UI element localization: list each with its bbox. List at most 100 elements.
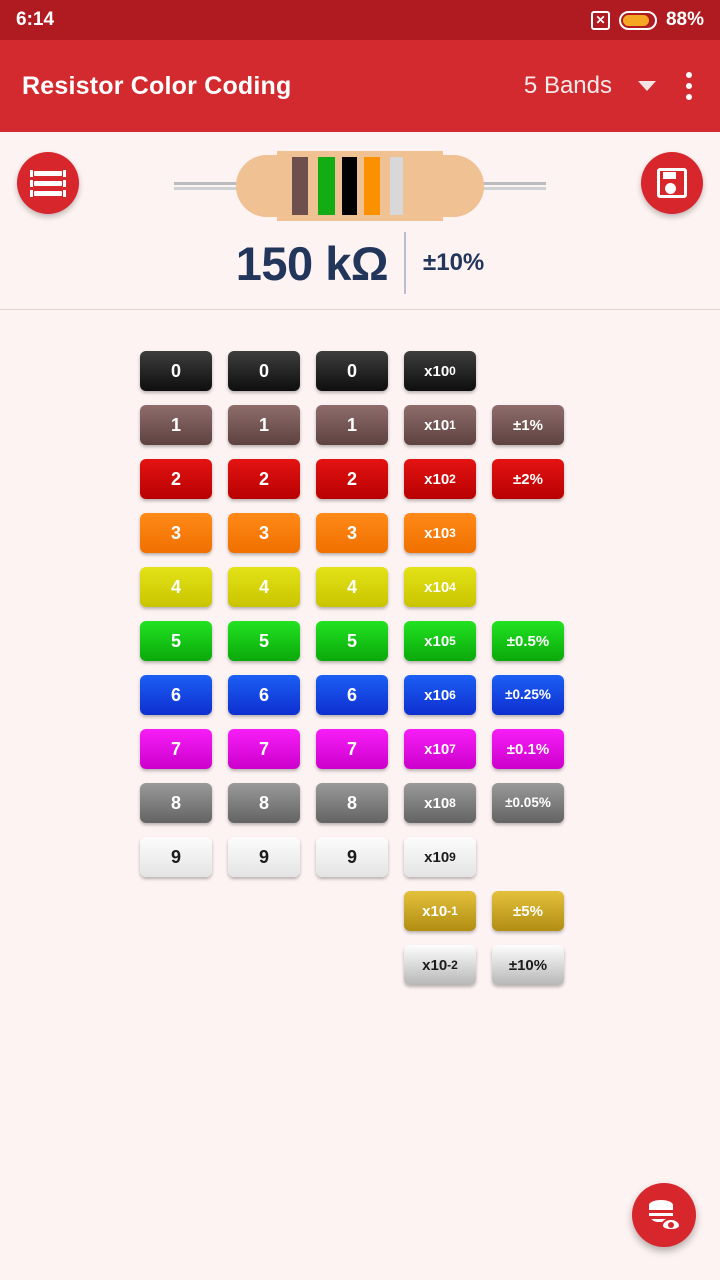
tolerance-button-red[interactable]: ±2%: [492, 459, 564, 499]
grid-cell: 7: [316, 729, 388, 769]
multiplier-button-black[interactable]: x10 0: [404, 351, 476, 391]
grid-cell: 2: [316, 459, 388, 499]
digit1-button-brown[interactable]: 1: [140, 405, 212, 445]
grid-cell: 7: [140, 729, 212, 769]
digit3-button-blue[interactable]: 6: [316, 675, 388, 715]
grid-cell: x10 4: [404, 567, 476, 607]
digit3-button-violet[interactable]: 7: [316, 729, 388, 769]
multiplier-base: x10: [424, 362, 450, 380]
grid-cell: x10 0: [404, 351, 476, 391]
multiplier-base: x10: [422, 956, 448, 974]
digit2-button-blue[interactable]: 6: [228, 675, 300, 715]
overflow-dot: [686, 83, 692, 89]
grid-cell: x10 8: [404, 783, 476, 823]
app-bar: Resistor Color Coding 5 Bands: [0, 40, 720, 132]
digit3-button-green[interactable]: 5: [316, 621, 388, 661]
grid-cell: x10 7: [404, 729, 476, 769]
eye-pupil: [668, 1221, 674, 1228]
saved-resistors-button[interactable]: [632, 1183, 696, 1247]
multiplier-button-orange[interactable]: x10 3: [404, 513, 476, 553]
grid-cell: 0: [316, 351, 388, 391]
band-count-selector[interactable]: 5 Bands: [524, 72, 656, 100]
multiplier-button-green[interactable]: x10 5: [404, 621, 476, 661]
color-row-violet: 7 7 7 x10 7 ±0.1%: [140, 729, 580, 769]
digit3-button-red[interactable]: 2: [316, 459, 388, 499]
digit1-button-blue[interactable]: 6: [140, 675, 212, 715]
multiplier-button-gray[interactable]: x10 8: [404, 783, 476, 823]
grid-cell: 0: [228, 351, 300, 391]
color-row-green: 5 5 5 x10 5 ±0.5%: [140, 621, 580, 661]
tolerance-button-gray[interactable]: ±0.05%: [492, 783, 564, 823]
bands-icon-bar: [30, 169, 66, 177]
digit2-button-violet[interactable]: 7: [228, 729, 300, 769]
digit1-button-orange[interactable]: 3: [140, 513, 212, 553]
digit3-button-white[interactable]: 9: [316, 837, 388, 877]
digit1-button-green[interactable]: 5: [140, 621, 212, 661]
eye-icon: [661, 1218, 681, 1231]
db-icon-gap: [649, 1210, 673, 1213]
multiplier-button-gold[interactable]: x10 -1: [404, 891, 476, 931]
multiplier-base: x10: [424, 632, 450, 650]
digit2-button-white[interactable]: 9: [228, 837, 300, 877]
color-row-white: 9 9 9 x10 9: [140, 837, 580, 877]
grid-cell: 3: [140, 513, 212, 553]
multiplier-button-white[interactable]: x10 9: [404, 837, 476, 877]
digit1-button-black[interactable]: 0: [140, 351, 212, 391]
digit2-button-red[interactable]: 2: [228, 459, 300, 499]
overflow-dot: [686, 72, 692, 78]
save-button[interactable]: [641, 152, 703, 214]
grid-cell: 1: [140, 405, 212, 445]
multiplier-button-yellow[interactable]: x10 4: [404, 567, 476, 607]
grid-cell: 2: [228, 459, 300, 499]
digit1-button-red[interactable]: 2: [140, 459, 212, 499]
more-vertical-icon[interactable]: [680, 66, 698, 106]
digit3-button-black[interactable]: 0: [316, 351, 388, 391]
multiplier-button-violet[interactable]: x10 7: [404, 729, 476, 769]
multiplier-base: x10: [424, 686, 450, 704]
digit2-button-yellow[interactable]: 4: [228, 567, 300, 607]
bands-button[interactable]: [17, 152, 79, 214]
grid-cell: [228, 945, 300, 985]
multiplier-button-red[interactable]: x10 2: [404, 459, 476, 499]
digit1-button-gray[interactable]: 8: [140, 783, 212, 823]
color-row-yellow: 4 4 4 x10 4: [140, 567, 580, 607]
multiplier-base: x10: [424, 524, 450, 542]
tolerance-button-gold[interactable]: ±5%: [492, 891, 564, 931]
digit2-button-black[interactable]: 0: [228, 351, 300, 391]
overflow-dot: [686, 94, 692, 100]
grid-cell: ±2%: [492, 459, 564, 499]
tolerance-button-blue[interactable]: ±0.25%: [492, 675, 564, 715]
grid-cell: 5: [316, 621, 388, 661]
tolerance-button-brown[interactable]: ±1%: [492, 405, 564, 445]
grid-cell: [140, 945, 212, 985]
multiplier-button-blue[interactable]: x10 6: [404, 675, 476, 715]
digit3-button-brown[interactable]: 1: [316, 405, 388, 445]
status-bar-indicators: ✕ 88%: [590, 9, 704, 31]
grid-cell: 8: [228, 783, 300, 823]
digit1-button-yellow[interactable]: 4: [140, 567, 212, 607]
resistor-svg: [174, 151, 546, 221]
bands-icon-bar: [30, 189, 66, 197]
multiplier-base: x10: [424, 416, 450, 434]
tolerance-button-green[interactable]: ±0.5%: [492, 621, 564, 661]
digit1-button-violet[interactable]: 7: [140, 729, 212, 769]
color-row-brown: 1 1 1 x10 1 ±1%: [140, 405, 580, 445]
bands-icon-bar: [30, 179, 66, 187]
digit2-button-gray[interactable]: 8: [228, 783, 300, 823]
color-row-orange: 3 3 3 x10 3: [140, 513, 580, 553]
digit2-button-orange[interactable]: 3: [228, 513, 300, 553]
digit3-button-gray[interactable]: 8: [316, 783, 388, 823]
grid-cell: 0: [140, 351, 212, 391]
multiplier-button-silver[interactable]: x10 -2: [404, 945, 476, 985]
battery-icon: [618, 10, 657, 30]
grid-cell: [316, 891, 388, 931]
grid-cell: 3: [316, 513, 388, 553]
digit2-button-green[interactable]: 5: [228, 621, 300, 661]
tolerance-button-silver[interactable]: ±10%: [492, 945, 564, 985]
digit3-button-orange[interactable]: 3: [316, 513, 388, 553]
tolerance-button-violet[interactable]: ±0.1%: [492, 729, 564, 769]
digit2-button-brown[interactable]: 1: [228, 405, 300, 445]
multiplier-button-brown[interactable]: x10 1: [404, 405, 476, 445]
digit1-button-white[interactable]: 9: [140, 837, 212, 877]
digit3-button-yellow[interactable]: 4: [316, 567, 388, 607]
